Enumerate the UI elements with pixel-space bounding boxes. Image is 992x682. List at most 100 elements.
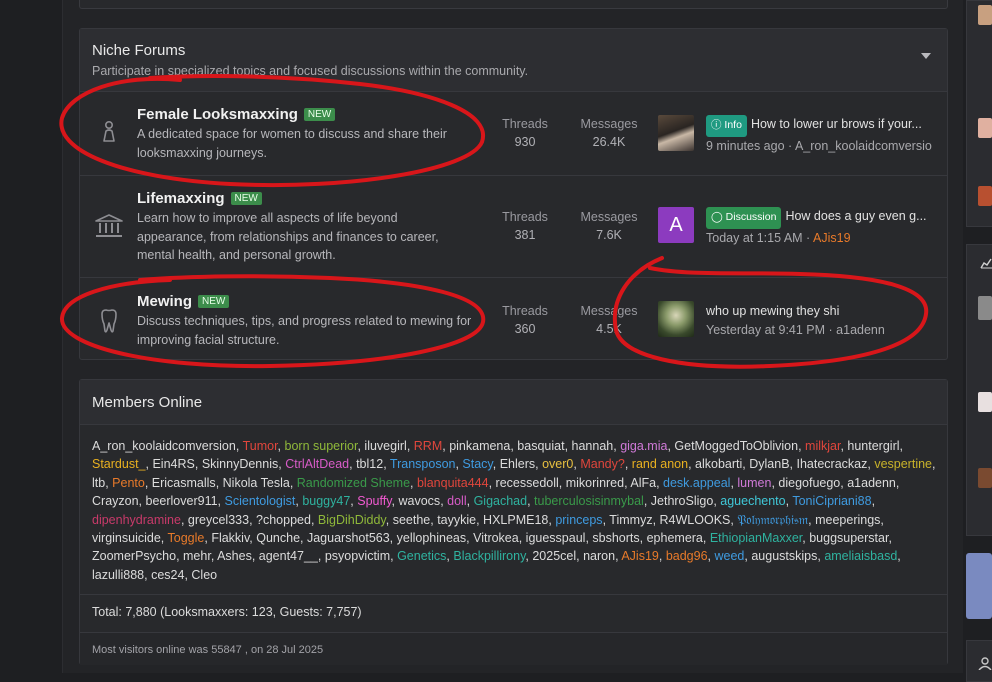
member-link[interactable]: a1adenn <box>847 476 896 490</box>
post-author[interactable]: AJis19 <box>813 231 851 245</box>
member-link[interactable]: pinkamena <box>449 439 510 453</box>
latest-thread-link[interactable]: How to lower ur brows if your... <box>751 117 922 131</box>
member-link[interactable]: Qunche <box>256 531 300 545</box>
member-link[interactable]: R4WLOOKS <box>660 513 731 527</box>
latest-post-meta[interactable]: 9 minutes ago · A_ron_koolaidcomversion <box>706 137 932 156</box>
member-link[interactable]: yellophineas <box>397 531 467 545</box>
member-link[interactable]: buggsuperstar <box>809 531 888 545</box>
member-link[interactable]: ?chopped <box>256 513 311 527</box>
member-link[interactable]: hannah <box>572 439 614 453</box>
member-link[interactable]: Nikola Tesla <box>223 476 290 490</box>
member-link[interactable]: 2025cel <box>532 549 576 563</box>
member-link[interactable]: Crayzon <box>92 494 139 508</box>
member-link[interactable]: Timmyz <box>609 513 652 527</box>
member-link[interactable]: HXLPME18 <box>483 513 548 527</box>
node-title-link[interactable]: Female Looksmaxxing NEW <box>137 106 336 123</box>
discussion-prefix[interactable]: ◯ Discussion <box>706 207 782 229</box>
member-link[interactable]: A_ron_koolaidcomversion <box>92 439 236 453</box>
member-link[interactable]: Toggle <box>168 531 205 545</box>
member-link[interactable]: lazulli888 <box>92 568 144 582</box>
member-link[interactable]: recessedoll <box>496 476 559 490</box>
member-link[interactable]: psyopvictim <box>325 549 390 563</box>
latest-post-meta[interactable]: Yesterday at 9:41 PM · a1adenn <box>706 321 932 340</box>
member-link[interactable]: aguechento <box>720 494 785 508</box>
member-link[interactable]: Transposon <box>390 457 456 471</box>
member-link[interactable]: meeperings <box>815 513 880 527</box>
member-link[interactable]: DylanB <box>749 457 789 471</box>
member-link[interactable]: dipenhydramine <box>92 513 181 527</box>
sidebar-avatar[interactable] <box>978 118 992 138</box>
category-title[interactable]: Niche Forums <box>92 42 185 59</box>
member-link[interactable]: born superior <box>285 439 358 453</box>
member-link[interactable]: RRM <box>414 439 442 453</box>
member-link[interactable]: Blackpillirony <box>453 549 525 563</box>
member-link[interactable]: augustskips <box>751 549 817 563</box>
member-link[interactable]: tuberculosisinmybal <box>534 494 644 508</box>
member-link[interactable]: over0 <box>542 457 573 471</box>
member-link[interactable]: mikorinred <box>566 476 624 490</box>
member-link[interactable]: Pento <box>112 476 145 490</box>
member-link[interactable]: Stardust_ <box>92 457 146 471</box>
member-link[interactable]: iluvegirl <box>364 439 406 453</box>
member-link[interactable]: ces24 <box>151 568 184 582</box>
member-link[interactable]: Tumor <box>243 439 278 453</box>
member-link[interactable]: sbshorts <box>592 531 639 545</box>
member-link[interactable]: milkjar <box>805 439 840 453</box>
member-link[interactable]: alkobarti <box>695 457 742 471</box>
member-link[interactable]: Ein4RS <box>152 457 194 471</box>
sidebar-avatar[interactable] <box>978 468 992 488</box>
member-link[interactable]: desk.appeal <box>663 476 730 490</box>
member-link[interactable]: Ashes <box>217 549 252 563</box>
member-link[interactable]: mehr <box>183 549 211 563</box>
user-avatar[interactable] <box>658 115 694 151</box>
member-link[interactable]: GetMoggedToOblivion <box>674 439 798 453</box>
member-link[interactable]: giga.mia <box>620 439 667 453</box>
member-link[interactable]: CtrlAltDead <box>285 457 349 471</box>
member-link[interactable]: virginsuicide <box>92 531 161 545</box>
user-avatar[interactable]: A <box>658 207 694 243</box>
sidebar-avatar[interactable] <box>978 5 992 25</box>
member-link[interactable]: tbl12 <box>356 457 383 471</box>
node-title-link[interactable]: Mewing NEW <box>137 293 230 310</box>
member-link[interactable]: Ihatecrackaz <box>797 457 868 471</box>
member-link[interactable]: ZoomerPsycho <box>92 549 176 563</box>
sidebar-avatar[interactable] <box>978 392 992 412</box>
member-link[interactable]: EthiopianMaxxer <box>710 531 802 545</box>
member-link[interactable]: Mandy? <box>580 457 624 471</box>
member-link[interactable]: beerlover911 <box>146 494 218 508</box>
member-link[interactable]: badg96 <box>666 549 708 563</box>
member-link[interactable]: BigDihDiddy <box>318 513 386 527</box>
member-link[interactable]: agent47__ <box>259 549 318 563</box>
member-link[interactable]: basquiat <box>517 439 564 453</box>
member-link[interactable]: huntergirl <box>847 439 899 453</box>
niche-forums-header[interactable]: Niche Forums Participate in specialized … <box>80 29 947 92</box>
member-link[interactable]: Randomized Sheme <box>297 476 410 490</box>
member-link[interactable]: AlFa <box>630 476 656 490</box>
member-link[interactable]: Scientologist <box>225 494 296 508</box>
member-link[interactable]: weed <box>715 549 745 563</box>
sidebar-avatar[interactable] <box>978 296 992 320</box>
member-link[interactable]: wavocs <box>399 494 441 508</box>
sidebar-avatar[interactable] <box>978 186 992 206</box>
member-link[interactable]: Genetics <box>397 549 446 563</box>
node-title-link[interactable]: Lifemaxxing NEW <box>137 190 262 207</box>
member-link[interactable]: AJis19 <box>621 549 659 563</box>
member-link[interactable]: princeps <box>555 513 602 527</box>
member-link[interactable]: vespertine <box>874 457 932 471</box>
member-link[interactable]: Flakkiv <box>211 531 249 545</box>
member-link[interactable]: ToniCipriani88 <box>792 494 871 508</box>
member-link[interactable]: lumen <box>737 476 771 490</box>
members-online-title[interactable]: Members Online <box>92 394 202 411</box>
member-link[interactable]: ephemera <box>647 531 703 545</box>
member-link[interactable]: Cleo <box>191 568 217 582</box>
member-link[interactable]: seethe <box>393 513 431 527</box>
member-link[interactable]: ameliaisbasd <box>824 549 897 563</box>
sidebar-image[interactable] <box>966 553 992 619</box>
user-icon[interactable] <box>978 656 992 670</box>
user-avatar[interactable] <box>658 301 694 337</box>
member-link[interactable]: Stacy <box>462 457 492 471</box>
member-link[interactable]: blanquita444 <box>417 476 489 490</box>
member-link[interactable]: doll <box>447 494 466 508</box>
member-link[interactable]: naron <box>583 549 615 563</box>
member-link[interactable]: Ericasmalls <box>152 476 216 490</box>
